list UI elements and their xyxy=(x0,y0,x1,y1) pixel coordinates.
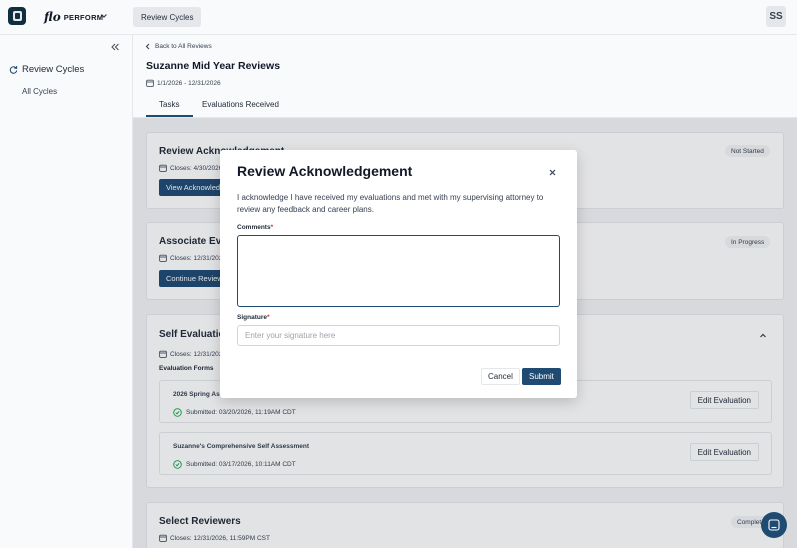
cancel-button[interactable]: Cancel xyxy=(481,368,520,385)
back-link[interactable]: Back to All Reviews xyxy=(145,43,212,50)
brand-script: flo xyxy=(44,10,61,24)
brand-logo[interactable]: flo PERFORM xyxy=(44,10,103,24)
date-range-text: 1/1/2026 - 12/31/2026 xyxy=(157,79,221,87)
comments-field[interactable] xyxy=(237,235,560,307)
calendar-icon xyxy=(146,79,154,87)
tab-review-cycles[interactable]: Review Cycles xyxy=(133,7,202,27)
review-acknowledgement-modal: Review Acknowledgement I acknowledge I h… xyxy=(220,150,577,398)
signature-label-text: Signature xyxy=(237,314,267,321)
top-bar: flo PERFORM Review Cycles SS xyxy=(0,0,797,35)
chevron-left-icon xyxy=(145,43,151,50)
sidebar-item-all-cycles[interactable]: All Cycles xyxy=(22,87,57,96)
close-icon[interactable] xyxy=(547,167,557,177)
brand-word: PERFORM xyxy=(63,12,104,22)
back-link-label: Back to All Reviews xyxy=(155,43,212,50)
submit-button[interactable]: Submit xyxy=(522,368,561,385)
refresh-cycle-icon xyxy=(9,65,18,74)
signature-input[interactable] xyxy=(237,325,560,346)
modal-body-text: I acknowledge I have received my evaluat… xyxy=(237,193,544,214)
modal-title: Review Acknowledgement xyxy=(237,163,413,179)
comments-label-text: Comments xyxy=(237,224,271,231)
sidebar-title-label: Review Cycles xyxy=(22,64,85,75)
app-logo-icon[interactable] xyxy=(8,7,26,25)
sidebar-title: Review Cycles xyxy=(9,64,84,75)
date-range: 1/1/2026 - 12/31/2026 xyxy=(146,79,221,87)
sidebar: Review Cycles All Cycles xyxy=(0,35,133,548)
collapse-sidebar-icon[interactable] xyxy=(110,42,120,52)
avatar[interactable]: SS xyxy=(766,6,786,27)
page-title: Suzanne Mid Year Reviews xyxy=(146,60,281,72)
signature-label: Signature* xyxy=(237,314,270,321)
tab-tasks[interactable]: Tasks xyxy=(159,100,179,109)
required-mark: * xyxy=(266,314,270,321)
comments-label: Comments* xyxy=(237,224,273,231)
tab-evaluations-received[interactable]: Evaluations Received xyxy=(202,100,279,109)
chevron-down-icon[interactable] xyxy=(100,12,108,20)
active-tab-indicator xyxy=(146,115,193,117)
required-mark: * xyxy=(270,224,274,231)
chat-icon[interactable] xyxy=(761,512,787,538)
